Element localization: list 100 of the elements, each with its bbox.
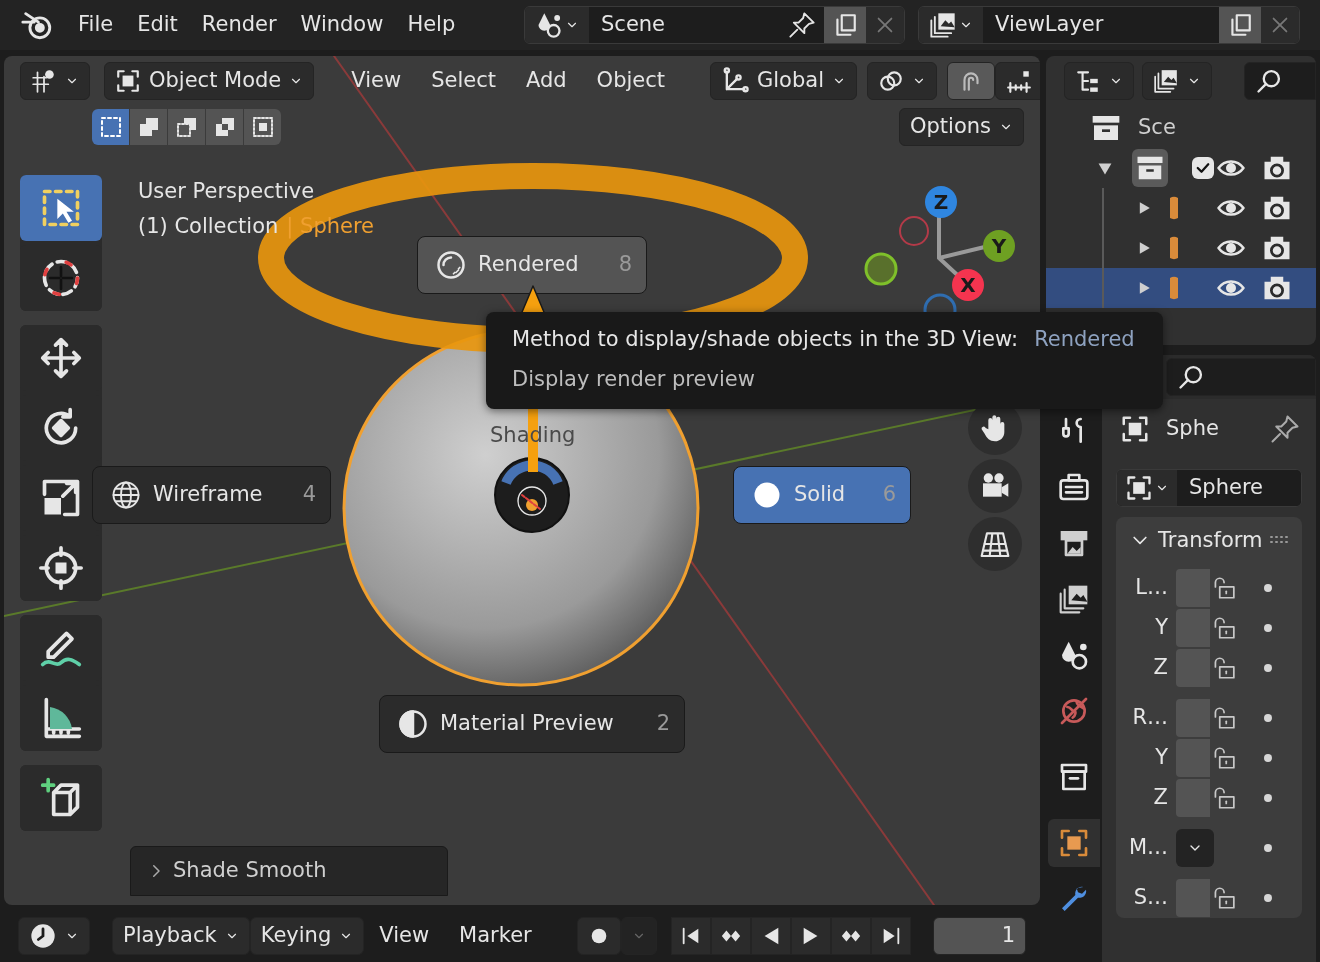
camera-back-icon bbox=[1058, 471, 1090, 503]
select-mode-button[interactable] bbox=[206, 109, 243, 145]
globe-icon bbox=[1058, 695, 1090, 727]
keyframe-dot[interactable] bbox=[1264, 894, 1272, 902]
grid-button[interactable] bbox=[968, 517, 1022, 571]
transform-icon bbox=[39, 546, 83, 590]
orientation-dropdown[interactable]: Global bbox=[710, 62, 857, 100]
context-name: Sphe bbox=[1166, 415, 1219, 442]
menu-item[interactable]: File bbox=[66, 7, 126, 43]
field-label: S… bbox=[1132, 884, 1169, 912]
outliner-item-label[interactable]: Sce bbox=[1138, 112, 1176, 144]
properties-tab[interactable] bbox=[1048, 819, 1100, 867]
field-label: Z bbox=[1152, 784, 1169, 812]
keyframe-dot[interactable] bbox=[1264, 714, 1272, 722]
last-operation-panel[interactable]: Shade Smooth bbox=[130, 846, 448, 896]
search-field[interactable] bbox=[1166, 358, 1316, 396]
editor-type-dropdown[interactable] bbox=[20, 62, 90, 100]
tooltip-description: Display render preview bbox=[512, 365, 756, 393]
box-icon bbox=[1058, 761, 1090, 793]
outliner-icon bbox=[1075, 68, 1101, 94]
pin-icon[interactable] bbox=[1270, 413, 1300, 444]
editor-type-dropdown[interactable] bbox=[1064, 62, 1134, 100]
snap-toggle[interactable] bbox=[947, 62, 995, 100]
axes-icon bbox=[721, 67, 749, 95]
view-name: User Perspective bbox=[138, 178, 315, 205]
menu-item[interactable]: Window bbox=[288, 7, 396, 43]
object-mode-icon bbox=[115, 68, 141, 94]
field-label: R… bbox=[1131, 704, 1169, 732]
menu-item[interactable]: Marker bbox=[444, 917, 547, 955]
move-arrows-icon bbox=[39, 336, 83, 380]
image-stack-icon bbox=[1153, 68, 1179, 94]
tool-button[interactable] bbox=[20, 765, 102, 831]
pie-center-icon bbox=[492, 455, 572, 535]
grip-icon bbox=[1270, 535, 1290, 546]
menu-item[interactable]: View bbox=[336, 62, 417, 100]
keyframe-dot[interactable] bbox=[1264, 794, 1272, 802]
display-mode-dropdown[interactable] bbox=[1142, 62, 1212, 100]
search-field[interactable] bbox=[1244, 62, 1316, 100]
axis-handle[interactable]: Y bbox=[983, 230, 1015, 262]
search-icon bbox=[1255, 67, 1283, 95]
select-mode-button[interactable] bbox=[130, 109, 167, 145]
field-label: Y bbox=[1154, 744, 1169, 772]
pie-menu-item[interactable]: Material Preview 2 bbox=[379, 695, 685, 753]
record-button[interactable] bbox=[576, 917, 621, 955]
menu-dropdown[interactable]: Playback bbox=[112, 917, 250, 955]
menu-item[interactable]: Help bbox=[395, 7, 468, 43]
next-keyframe-button[interactable] bbox=[830, 917, 871, 955]
axis-handle[interactable]: X bbox=[952, 269, 984, 301]
select-mode-button[interactable] bbox=[92, 109, 129, 145]
previous-keyframe-button[interactable] bbox=[710, 917, 751, 955]
image-stack-icon bbox=[1058, 583, 1090, 615]
jump-start-button[interactable] bbox=[670, 917, 711, 955]
keyframe-dot[interactable] bbox=[1264, 664, 1272, 672]
checkbox[interactable] bbox=[1192, 157, 1214, 179]
outliner-row[interactable] bbox=[1046, 268, 1316, 308]
pivot-icon bbox=[878, 68, 904, 94]
collection-icon-button[interactable] bbox=[1132, 149, 1168, 187]
menu-item[interactable]: View bbox=[364, 917, 445, 955]
panel-header[interactable]: Transform bbox=[1116, 524, 1302, 568]
axis-handle[interactable]: Z bbox=[925, 186, 957, 218]
play-button[interactable] bbox=[790, 917, 831, 955]
tooltip-text: Method to display/shade objects in the 3D View: bbox=[512, 326, 1019, 353]
object-icon bbox=[1168, 195, 1178, 221]
clock-icon bbox=[29, 922, 57, 950]
mode-dropdown[interactable]: Object Mode bbox=[104, 62, 315, 100]
field-label: L… bbox=[1134, 574, 1169, 602]
pie-menu-item[interactable]: Solid 6 bbox=[733, 466, 911, 524]
object-icon bbox=[1168, 275, 1178, 301]
keyframe-dot[interactable] bbox=[1264, 754, 1272, 762]
wireframe-globe-icon bbox=[111, 480, 141, 510]
number-field[interactable] bbox=[1176, 879, 1210, 917]
menu-item[interactable]: Object bbox=[581, 62, 680, 100]
half-circle-icon bbox=[398, 709, 428, 739]
viewport-icon bbox=[31, 68, 57, 94]
keyframe-dot[interactable] bbox=[1264, 624, 1272, 632]
play-reverse-button[interactable] bbox=[750, 917, 791, 955]
frame-field[interactable]: 1 bbox=[932, 917, 1026, 955]
select-mode-button[interactable] bbox=[244, 109, 281, 145]
pivot-dropdown[interactable] bbox=[867, 62, 937, 100]
subtract-squares-icon bbox=[174, 115, 199, 139]
menu-item[interactable]: Render bbox=[189, 7, 289, 43]
menu-item[interactable]: Edit bbox=[125, 7, 190, 43]
object-icon bbox=[1168, 235, 1178, 261]
tooltip-value: Rendered bbox=[1034, 326, 1135, 353]
select-mode-button[interactable] bbox=[168, 109, 205, 145]
menu-item[interactable]: Add bbox=[510, 62, 582, 100]
movie-camera-button[interactable] bbox=[968, 459, 1022, 513]
keyframe-dot[interactable] bbox=[1264, 844, 1272, 852]
pie-menu-item[interactable]: Wireframe 4 bbox=[92, 466, 331, 524]
editor-type-dropdown[interactable] bbox=[18, 917, 90, 955]
search-icon bbox=[1177, 363, 1205, 391]
sphere-shaded-icon bbox=[436, 250, 466, 280]
options-dropdown[interactable]: Options bbox=[898, 108, 1024, 146]
dashed-square-icon bbox=[98, 115, 123, 139]
jump-end-button[interactable] bbox=[870, 917, 911, 955]
menu-item[interactable]: Select bbox=[416, 62, 511, 100]
intersect-squares-icon bbox=[250, 115, 275, 139]
menu-dropdown[interactable]: Keying bbox=[249, 917, 365, 955]
keyframe-dot[interactable] bbox=[1264, 584, 1272, 592]
pie-menu-item[interactable]: Rendered 8 bbox=[417, 236, 647, 294]
